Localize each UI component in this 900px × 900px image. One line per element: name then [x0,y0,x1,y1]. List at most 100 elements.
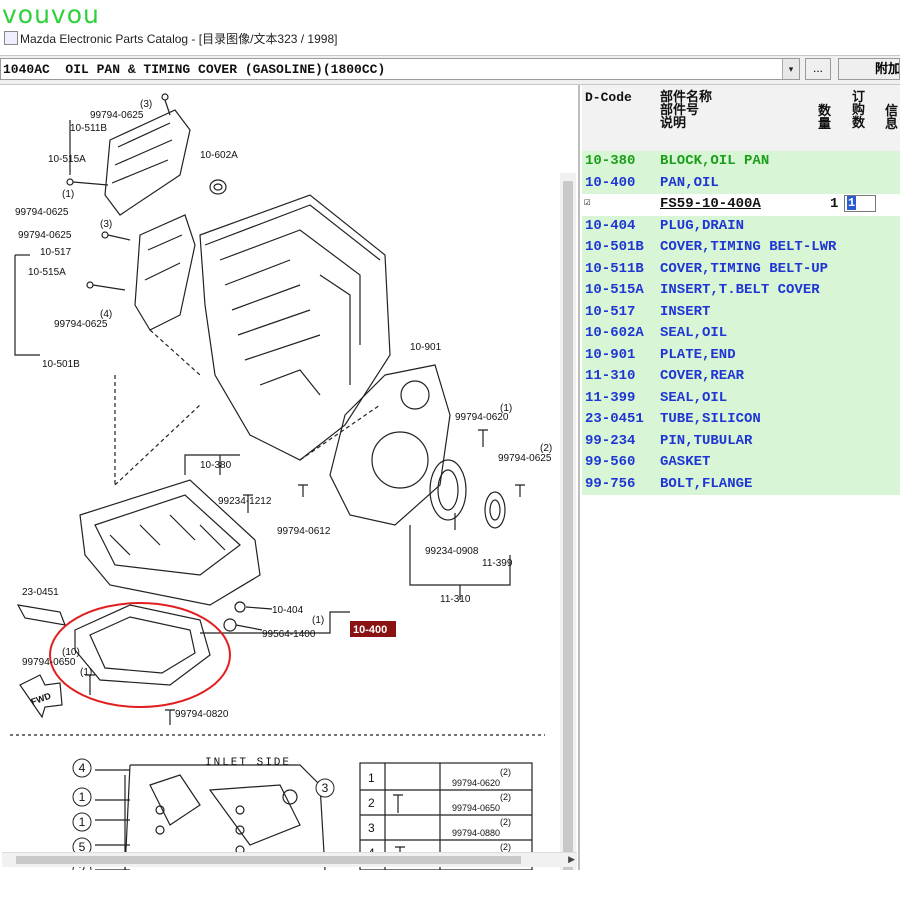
parts-row[interactable]: 10-400 PAN,OIL [582,172,900,194]
parts-row[interactable]: 10-515A INSERT,T.BELT COVER [582,280,900,302]
callout-label[interactable]: 10-901 [410,342,442,353]
parts-list-panel: D-Code 部件名称 部件号 说明 数量 订购数 信息 10-380 BLOC… [582,85,900,870]
callout-label[interactable]: 10-515A [28,267,66,278]
detail-table-part[interactable]: 99794-0880 [452,828,500,838]
part-number[interactable]: FS59-10-400A [660,196,761,212]
detail-table-part[interactable]: 99794-0620 [452,778,500,788]
fwd-arrow-label: FWD [30,690,53,707]
parts-table-header: D-Code 部件名称 部件号 说明 数量 订购数 信息 [582,85,900,152]
row-dcode: 11-310 [585,368,636,384]
parts-diagram[interactable]: 99794-0625 10-511B 10-515A 10-602A 99794… [0,85,580,870]
callout-label[interactable]: 99794-0625 [15,207,69,218]
callout-label[interactable]: 99794-0625 [54,319,108,330]
parts-row[interactable]: 10-901 PLATE,END [582,344,900,366]
inlet-side-label: INLET SIDE [205,757,291,769]
parts-row[interactable]: 11-399 SEAL,OIL [582,387,900,409]
quantity-label: (3) [100,219,112,230]
row-dcode: 10-901 [585,346,636,363]
highlighted-callout-10-400[interactable]: 10-400 [353,624,387,636]
diagram-vertical-scrollbar[interactable] [560,173,576,870]
row-description: COVER,TIMING BELT-UP [660,260,829,277]
callout-label[interactable]: 99234-1212 [218,496,272,507]
header-order[interactable]: 订购数 [852,91,866,130]
callout-label[interactable]: 10-602A [200,150,238,161]
parts-row[interactable]: 10-602A SEAL,OIL [582,323,900,345]
callout-label[interactable]: 99794-0650 [22,657,76,668]
section-combobox[interactable]: 1040AC OIL PAN & TIMING COVER (GASOLINE)… [0,58,800,80]
row-dcode: 11-399 [585,389,636,406]
detail-table-qty: (2) [500,792,511,802]
circled-number: 1 [79,815,86,829]
row-description: BLOCK,OIL PAN [660,153,770,169]
order-quantity-input[interactable]: 1 [844,195,876,212]
parts-row[interactable]: 99-560 GASKET [582,452,900,474]
row-description: GASKET [660,454,711,470]
row-description: COVER,TIMING BELT-LWR [660,239,837,255]
header-dcode[interactable]: D-Code [585,91,632,104]
part-number-row[interactable]: ☑ FS59-10-400A 1 1 [582,194,900,216]
quantity-label: (1) [62,189,74,200]
attach-button[interactable]: 附加 [838,58,900,80]
row-dcode: 23-0451 [585,411,644,427]
row-description: SEAL,OIL [660,325,728,341]
section-combobox-value: 1040AC OIL PAN & TIMING COVER (GASOLINE)… [3,62,386,77]
detail-table-num: 2 [368,796,375,810]
diagram-horizontal-scrollbar[interactable]: ▶ [2,852,577,867]
callout-label[interactable]: 11-310 [440,594,471,605]
callout-label[interactable]: 99234-0908 [425,546,479,557]
detail-table-part[interactable]: 99794-0650 [452,803,500,813]
parts-row[interactable]: 10-404 PLUG,DRAIN [582,215,900,237]
callout-label[interactable]: 10-511B [70,123,107,134]
parts-row[interactable]: 10-380 BLOCK,OIL PAN [582,151,900,173]
parts-row[interactable]: 23-0451 TUBE,SILICON [582,409,900,431]
row-description: TUBE,SILICON [660,411,761,427]
row-description: PLUG,DRAIN [660,217,745,234]
app-icon [4,31,18,45]
callout-label[interactable]: 10-380 [200,460,232,471]
row-dcode: 99-560 [585,454,636,470]
detail-table-num: 3 [368,821,375,835]
header-qty[interactable]: 数量 [818,105,832,131]
order-quantity-value[interactable]: 1 [847,196,857,210]
row-dcode: 10-515A [585,282,644,298]
callout-label[interactable]: 99794-0625 [498,453,552,464]
row-dcode: 10-602A [585,325,644,341]
browse-button[interactable]: ... [805,58,831,80]
callout-label[interactable]: 23-0451 [22,587,59,598]
scroll-right-icon[interactable]: ▶ [568,854,575,865]
parts-row[interactable]: 10-511B COVER,TIMING BELT-UP [582,258,900,280]
callout-label[interactable]: 10-501B [42,359,80,370]
parts-row[interactable]: 99-756 BOLT,FLANGE [582,473,900,495]
callout-label[interactable]: 10-515A [48,154,86,165]
callout-label[interactable]: 11-399 [482,558,513,569]
part-select-checkbox[interactable]: ☑ [584,195,591,209]
parts-table-body: 10-380 BLOCK,OIL PAN 10-400 PAN,OIL ☑ FS… [582,151,900,495]
quantity-label: (1) [500,403,512,414]
row-dcode: 10-400 [585,174,636,191]
scrollbar-thumb[interactable] [16,856,521,864]
callout-label[interactable]: 99794-0820 [175,709,229,720]
callout-label[interactable]: 10-404 [272,605,304,616]
row-description: COVER,REAR [660,368,745,384]
circled-number: 3 [322,781,329,795]
chevron-down-icon[interactable]: ▾ [782,59,799,79]
callout-label[interactable]: 10-517 [40,247,72,258]
row-dcode: 10-404 [585,217,636,234]
parts-row[interactable]: 99-234 PIN,TUBULAR [582,430,900,452]
callout-label[interactable]: 99564-1400 [262,629,316,640]
callout-label[interactable]: 99794-0625 [90,110,144,121]
parts-row[interactable]: 10-517 INSERT [582,301,900,323]
header-info[interactable]: 信息 [885,105,899,131]
window-title: Mazda Electronic Parts Catalog - [目录图像/文… [20,32,338,46]
quantity-label: (1) [312,615,324,626]
header-name-line3[interactable]: 说明 [660,117,686,130]
row-description: INSERT,T.BELT COVER [660,282,820,298]
callout-label[interactable]: 99794-0612 [277,526,331,537]
callout-label[interactable]: 99794-0625 [18,230,72,241]
row-dcode: 99-234 [585,432,636,449]
parts-row[interactable]: 11-310 COVER,REAR [582,366,900,388]
parts-row[interactable]: 10-501B COVER,TIMING BELT-LWR [582,237,900,259]
exploded-view-drawing: 99794-0625 10-511B 10-515A 10-602A 99794… [10,93,552,870]
scrollbar-thumb[interactable] [563,181,573,870]
watermark: vouvou [2,0,100,29]
